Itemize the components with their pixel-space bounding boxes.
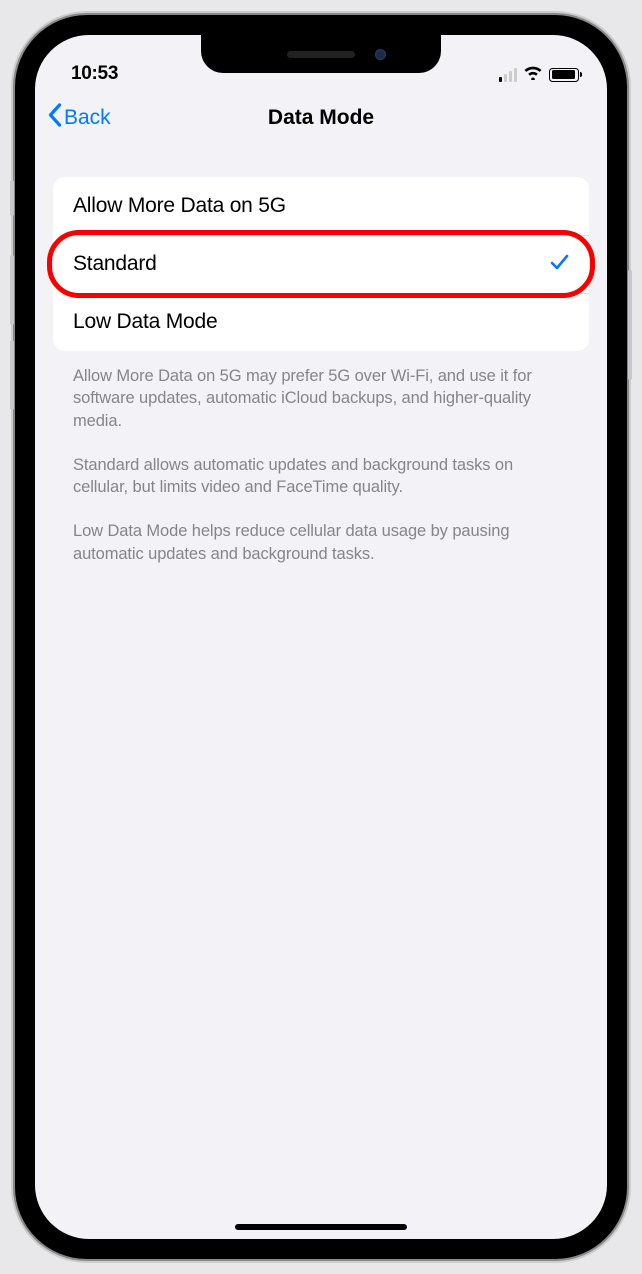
volume-down-button [10,340,14,410]
notch [201,35,441,73]
cellular-signal-icon [499,68,518,82]
footer-paragraph: Low Data Mode helps reduce cellular data… [73,520,569,565]
option-allow-more-data-5g[interactable]: Allow More Data on 5G [53,177,589,235]
front-camera [375,49,386,60]
footer-paragraph: Allow More Data on 5G may prefer 5G over… [73,365,569,432]
power-button [628,270,632,380]
option-standard[interactable]: Standard [53,235,589,293]
screen: 10:53 Back [35,35,607,1239]
phone-frame: 10:53 Back [15,15,627,1259]
chevron-left-icon [47,103,62,133]
option-label: Allow More Data on 5G [73,194,286,218]
footer-paragraph: Standard allows automatic updates and ba… [73,454,569,499]
data-mode-options: Allow More Data on 5G Standard Low Data … [53,177,589,351]
speaker-grille [287,51,355,58]
status-icons [499,64,580,85]
option-label: Low Data Mode [73,310,217,334]
page-title: Data Mode [268,106,374,130]
content: Allow More Data on 5G Standard Low Data … [35,147,607,565]
footer-description: Allow More Data on 5G may prefer 5G over… [53,351,589,565]
nav-bar: Back Data Mode [35,89,607,147]
silence-switch [10,180,14,216]
option-label: Standard [73,252,157,276]
checkmark-icon [549,252,569,277]
back-label: Back [64,106,111,130]
status-time: 10:53 [71,63,118,85]
battery-icon [549,68,579,82]
option-low-data-mode[interactable]: Low Data Mode [53,293,589,351]
wifi-icon [523,64,543,85]
back-button[interactable]: Back [47,103,111,133]
home-indicator[interactable] [235,1224,407,1230]
volume-up-button [10,255,14,325]
